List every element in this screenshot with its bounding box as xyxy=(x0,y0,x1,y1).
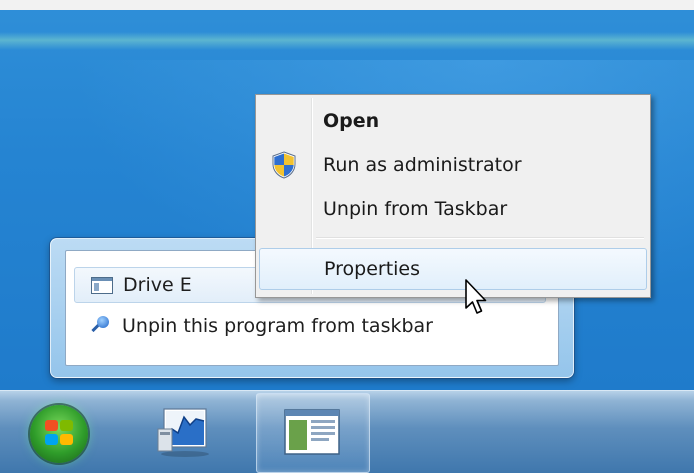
mouse-pointer-icon xyxy=(465,279,487,314)
window-app-icon xyxy=(284,409,340,455)
menu-item-label: Unpin from Taskbar xyxy=(323,198,508,220)
windows-logo-icon xyxy=(60,420,73,431)
taskbar xyxy=(0,390,694,473)
wallpaper-streak xyxy=(0,32,694,50)
uac-shield-icon xyxy=(272,151,296,179)
window-frame-edge xyxy=(0,0,694,10)
start-button[interactable] xyxy=(30,405,88,463)
menu-item-label: Run as administrator xyxy=(323,154,522,176)
windows-logo-icon xyxy=(45,420,58,431)
menu-item-label: Properties xyxy=(324,258,421,280)
window-icon xyxy=(89,274,113,296)
windows-logo-icon xyxy=(45,434,58,445)
menu-separator xyxy=(316,237,644,239)
menu-item-unpin-from-taskbar[interactable]: Unpin from Taskbar xyxy=(259,189,645,229)
menu-item-run-as-administrator[interactable]: Run as administrator xyxy=(259,145,645,185)
performance-monitor-icon xyxy=(157,408,209,457)
menu-item-label: Open xyxy=(323,110,380,132)
taskbar-app-performance-monitor[interactable] xyxy=(150,399,220,465)
context-menu: Open Run as administrator Unpin from Tas… xyxy=(255,94,651,298)
taskbar-app-explorer-window[interactable] xyxy=(256,393,370,473)
menu-item-properties[interactable]: Properties xyxy=(259,248,647,290)
windows-logo-icon xyxy=(60,434,73,445)
menu-item-open[interactable]: Open xyxy=(259,101,645,141)
jump-list-item-label: Unpin this program from taskbar xyxy=(122,315,433,337)
pin-icon xyxy=(88,315,112,337)
jump-list-item-label: Drive E xyxy=(123,274,192,296)
